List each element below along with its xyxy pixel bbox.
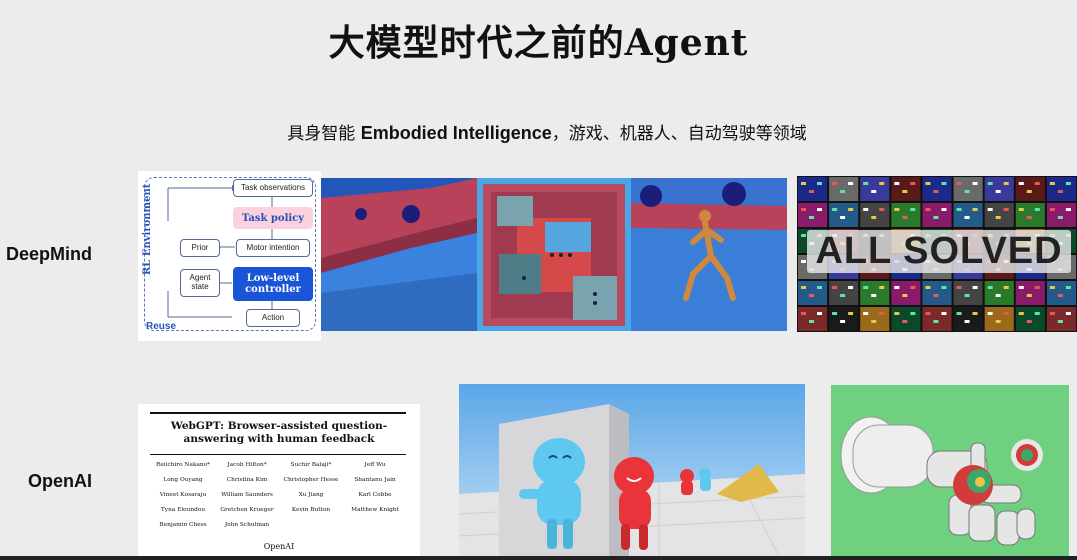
task-observations-box: Task observations	[233, 179, 313, 197]
paper-bottom-rule	[150, 454, 406, 455]
robot-hand-rubiks-image	[831, 385, 1069, 556]
webgpt-paper-image: WebGPT: Browser-assisted question-answer…	[138, 404, 420, 556]
humanoid-runner-image	[631, 178, 787, 331]
webgpt-org: OpenAI	[263, 542, 295, 551]
author-name: Benjamin Chess	[159, 522, 207, 528]
row-label-deepmind: DeepMind	[6, 244, 93, 264]
atari-games-grid-image: ALL SOLVED	[797, 176, 1077, 332]
row-label-openai: OpenAI	[28, 471, 93, 491]
topdown-room-art	[477, 178, 631, 331]
maze-environment-image	[321, 178, 477, 331]
author-name: Jeff Wu	[364, 462, 386, 468]
author-name: Kevin Button	[291, 507, 331, 513]
author-name: Christopher Hesse	[283, 477, 339, 483]
paper-top-rule	[150, 412, 406, 414]
author-name: Matthew Knight	[351, 507, 399, 513]
maze-scene-art	[321, 178, 477, 331]
robot-hand-art	[831, 385, 1069, 556]
author-name: Jacob Hilton*	[227, 462, 267, 468]
subtitle-emphasis: Embodied Intelligence	[360, 123, 552, 143]
hide-and-seek-art	[459, 384, 805, 556]
low-level-controller-box: Low-level controller	[233, 267, 313, 301]
author-name: Christina Kim	[226, 477, 268, 483]
all-solved-overlay: ALL SOLVED	[807, 230, 1071, 273]
motor-intention-box: Motor intention	[236, 239, 310, 257]
author-name: Gretchen Krueger	[220, 507, 274, 513]
task-policy-box: Task policy	[233, 207, 313, 229]
hide-and-seek-image	[459, 384, 805, 556]
author-name: Vineet Kosaraju	[159, 492, 207, 498]
slide-title: 大模型时代之前的Agent	[328, 22, 749, 64]
webgpt-author-list: Reiichiro Nakano* Jacob Hilton* Suchir Bal…	[152, 462, 406, 528]
author-name: William Saunders	[221, 492, 273, 498]
author-name: John Schulman	[224, 522, 270, 528]
rl-architecture-diagram: RL Environment Task observations Task po…	[138, 171, 321, 341]
humanoid-runner-art	[631, 178, 787, 331]
author-name: Long Ouyang	[163, 477, 203, 483]
webgpt-paper-title: WebGPT: Browser-assisted question-answer…	[170, 420, 388, 445]
slide-subtitle: 具身智能 Embodied Intelligence，游戏、机器人、自动驾驶等领…	[0, 119, 1077, 144]
topdown-room-image	[477, 178, 631, 331]
subtitle-prefix: 具身智能	[287, 124, 361, 144]
reuse-label: Reuse	[146, 321, 177, 332]
agent-state-box: Agent state	[180, 269, 220, 297]
action-box: Action	[246, 309, 300, 327]
author-name: Shantanu Jain	[354, 477, 396, 483]
author-name: Reiichiro Nakano*	[155, 462, 211, 468]
subtitle-suffix: ，游戏、机器人、自动驾驶等领域	[551, 124, 807, 144]
prior-box: Prior	[180, 239, 220, 257]
bottom-border	[0, 556, 1077, 560]
author-name: Karl Cobbe	[358, 492, 392, 498]
author-name: Xu Jiang	[298, 492, 324, 498]
author-name: Tyna Eloundou	[160, 507, 206, 513]
author-name: Suchir Balaji*	[290, 462, 332, 468]
